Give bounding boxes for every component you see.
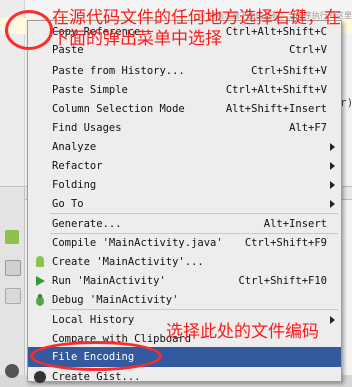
annotation-bottom-text: 选择此处的文件编码 [166,322,319,342]
menu-item-label: Generate... [52,218,122,230]
panel-icon[interactable] [5,260,21,276]
menu-item-run-mainactivity[interactable]: Run 'MainActivity' Ctrl+Shift+F10 [28,271,341,291]
menu-item-column-selection-mode[interactable]: Column Selection Mode Alt+Shift+Insert [28,99,341,119]
github-icon [34,371,46,383]
menu-item-analyze[interactable]: Analyze [28,137,341,157]
menu-item-label: Refactor [52,160,103,172]
menu-item-compile[interactable]: Compile 'MainActivity.java' Ctrl+Shift+F… [28,233,341,253]
menu-item-label: Folding [52,179,97,191]
annotation-circle-top [5,10,53,50]
menu-item-create-mainactivity[interactable]: Create 'MainActivity'... [28,252,341,272]
tool-window-strip [0,188,25,378]
annotation-top-text: 在源代码文件的任何地方选择右键，在下面的弹出菜单中选择 [52,8,341,49]
annotation-circle-file-encoding [30,341,162,371]
panel-icon-2[interactable] [5,288,21,304]
menu-item-shortcut: Ctrl+Shift+V [251,65,327,77]
menu-item-label: Paste Simple [52,84,128,96]
menu-item-shortcut: Ctrl+Shift+F9 [244,237,327,249]
menu-item-label: Go To [52,198,84,210]
menu-item-shortcut: Ctrl+Alt+Shift+V [225,84,327,96]
android-icon [36,256,44,267]
menu-item-label: Debug 'MainActivity' [52,294,179,306]
menu-item-label: Compile 'MainActivity.java' [52,237,223,249]
debug-icon [36,294,44,306]
menu-item-label: Local History [52,314,135,326]
menu-item-label: Create Gist... [52,371,141,383]
menu-item-label: Find Usages [52,122,122,134]
submenu-arrow-icon [330,162,335,170]
menu-item-find-usages[interactable]: Find Usages Alt+F7 [28,118,341,138]
menu-item-label: Column Selection Mode [52,103,185,115]
android-icon[interactable] [5,230,19,244]
menu-item-shortcut: Alt+Shift+Insert [225,103,327,115]
menu-item-folding[interactable]: Folding [28,175,341,195]
submenu-arrow-icon [330,181,335,189]
menu-item-label: Create 'MainActivity'... [52,256,204,268]
menu-item-shortcut: Ctrl+Shift+F10 [238,275,327,287]
menu-item-generate[interactable]: Generate... Alt+Insert [28,214,341,234]
menu-item-shortcut: Alt+F7 [289,122,327,134]
submenu-arrow-icon [330,143,335,151]
menu-item-refactor[interactable]: Refactor [28,156,341,176]
menu-item-debug-mainactivity[interactable]: Debug 'MainActivity' [28,290,341,310]
menu-item-label: Paste from History... [52,65,185,77]
menu-item-paste-simple[interactable]: Paste Simple Ctrl+Alt+Shift+V [28,80,341,100]
run-icon [36,276,45,286]
menu-item-label: Run 'MainActivity' [52,275,166,287]
submenu-arrow-icon [330,200,335,208]
menu-item-go-to[interactable]: Go To [28,194,341,214]
panel-icon-3[interactable] [5,364,19,378]
menu-item-paste-from-history[interactable]: Paste from History... Ctrl+Shift+V [28,61,341,81]
menu-item-shortcut: Alt+Insert [263,218,327,230]
menu-item-label: Analyze [52,141,97,153]
